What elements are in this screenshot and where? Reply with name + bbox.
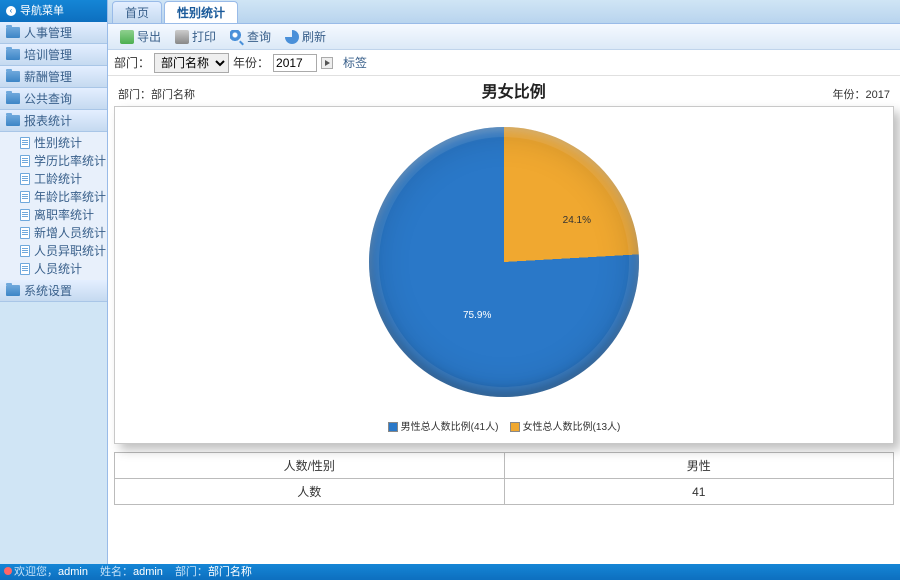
subnav-transfer[interactable]: 人员异职统计 <box>0 242 107 260</box>
nav-group-public[interactable]: 公共查询 <box>0 88 107 110</box>
table-row-value: 41 <box>504 479 894 505</box>
dept-select[interactable]: 部门名称 <box>154 53 229 73</box>
pie-label-male: 75.9% <box>463 310 491 321</box>
doc-icon <box>20 137 30 149</box>
status-dept: 部门：部门名称 <box>175 564 252 580</box>
chart-area: 部门：部门名称 男女比例 年份：2017 24.1% 75.9% 男性总人数比例… <box>108 76 900 564</box>
legend-swatch-male <box>388 422 398 432</box>
doc-icon <box>20 245 30 257</box>
subnav-age[interactable]: 年龄比率统计 <box>0 188 107 206</box>
legend-female: 女性总人数比例(13人) <box>523 422 621 433</box>
folder-icon <box>6 93 20 104</box>
subnav-staff[interactable]: 人员统计 <box>0 260 107 278</box>
doc-icon <box>20 173 30 185</box>
status-bar: 欢迎您，admin 姓名：admin 部门：部门名称 <box>0 564 900 580</box>
refresh-button[interactable]: 刷新 <box>279 26 332 47</box>
year-label: 年份： <box>233 54 269 71</box>
nav-group-system[interactable]: 系统设置 <box>0 280 107 302</box>
year-input[interactable] <box>273 54 317 72</box>
nav-group-hr[interactable]: 人事管理 <box>0 22 107 44</box>
subnav-education[interactable]: 学历比率统计 <box>0 152 107 170</box>
pie-graphic <box>369 127 639 397</box>
table-header-left: 人数/性别 <box>115 453 505 479</box>
doc-icon <box>20 155 30 167</box>
subnav-newstaff[interactable]: 新增人员统计 <box>0 224 107 242</box>
chart-legend: 男性总人数比例(41人) 女性总人数比例(13人) <box>115 418 893 433</box>
report-subnav: 性别统计 学历比率统计 工龄统计 年龄比率统计 离职率统计 新增人员统计 人员异… <box>0 132 107 280</box>
subnav-seniority[interactable]: 工龄统计 <box>0 170 107 188</box>
print-button[interactable]: 打印 <box>169 26 222 47</box>
folder-icon <box>6 285 20 296</box>
doc-icon <box>20 227 30 239</box>
main-area: 首页 性别统计 导出 打印 查询 刷新 部门： 部门名称 年份： 标签 部门：部… <box>108 0 900 564</box>
table-header-col: 男性 <box>504 453 894 479</box>
folder-icon <box>6 71 20 82</box>
nav-group-report[interactable]: 报表统计 <box>0 110 107 132</box>
collapse-icon[interactable]: ‹ <box>6 6 16 16</box>
doc-icon <box>20 263 30 275</box>
chart-year: 年份：2017 <box>833 86 890 102</box>
subnav-gender[interactable]: 性别统计 <box>0 134 107 152</box>
refresh-icon <box>285 30 299 44</box>
data-table: 人数/性别 男性 人数 41 <box>114 452 894 505</box>
search-button[interactable]: 查询 <box>224 26 277 47</box>
sidebar-title: 导航菜单 <box>20 0 64 22</box>
tab-bar: 首页 性别统计 <box>108 0 900 24</box>
doc-icon <box>20 191 30 203</box>
status-name: 姓名：admin <box>100 564 163 580</box>
sidebar-header: ‹ 导航菜单 <box>0 0 107 22</box>
tab-home[interactable]: 首页 <box>112 1 162 23</box>
search-icon <box>230 30 244 44</box>
folder-icon <box>6 27 20 38</box>
tag-label: 标签 <box>343 54 367 71</box>
print-icon <box>175 30 189 44</box>
legend-male: 男性总人数比例(41人) <box>401 422 499 433</box>
folder-icon <box>6 115 20 126</box>
sidebar: ‹ 导航菜单 人事管理 培训管理 薪酬管理 公共查询 报表统计 性别统计 学历比… <box>0 0 108 564</box>
table-row: 人数 41 <box>115 479 894 505</box>
doc-icon <box>20 209 30 221</box>
subnav-leave[interactable]: 离职率统计 <box>0 206 107 224</box>
user-icon <box>4 567 12 575</box>
dept-label: 部门： <box>114 54 150 71</box>
chart-header: 部门：部门名称 男女比例 年份：2017 <box>114 78 894 102</box>
chart-dept: 部门：部门名称 <box>118 86 195 102</box>
tab-gender-stats[interactable]: 性别统计 <box>164 1 238 23</box>
chart-title: 男女比例 <box>195 78 833 102</box>
export-button[interactable]: 导出 <box>114 26 167 47</box>
pie-label-female: 24.1% <box>563 215 591 226</box>
filter-bar: 部门： 部门名称 年份： 标签 <box>108 50 900 76</box>
nav-group-training[interactable]: 培训管理 <box>0 44 107 66</box>
table-row-label: 人数 <box>115 479 505 505</box>
export-icon <box>120 30 134 44</box>
folder-icon <box>6 49 20 60</box>
legend-swatch-female <box>510 422 520 432</box>
pie-chart: 24.1% 75.9% 男性总人数比例(41人) 女性总人数比例(13人) <box>114 106 894 444</box>
nav-group-salary[interactable]: 薪酬管理 <box>0 66 107 88</box>
year-go-button[interactable] <box>321 57 333 69</box>
table-row: 人数/性别 男性 <box>115 453 894 479</box>
status-welcome: 欢迎您，admin <box>4 564 88 580</box>
toolbar: 导出 打印 查询 刷新 <box>108 24 900 50</box>
